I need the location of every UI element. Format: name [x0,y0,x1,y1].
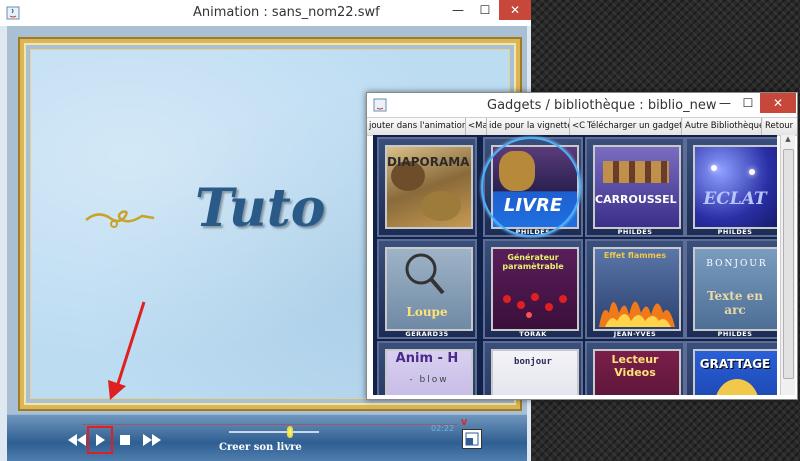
particles-image [503,293,567,318]
gadget-label: LIVRE [503,195,563,216]
gadget-tile-diaporama[interactable]: DIAPORAMA [377,137,477,237]
animation-name: Creer son livre [219,442,302,453]
sparkle [711,165,717,171]
gadget-label: Texte en arc [706,289,764,317]
gadgets-toolbar: jouter dans l'animation <Ma ide pour la … [367,117,797,136]
gadget-grid: DIAPORAMA LIVRE PHILDES CARROUSSEL PHILD… [373,135,777,395]
play-button[interactable] [87,426,113,454]
gadgets-title: Gadgets / bibliothèque : biblio_new [487,98,717,113]
fullscreen-button[interactable] [462,429,482,449]
gadget-label: CARROUSSEL [595,193,677,206]
gadget-tile-texte-arc[interactable]: BONJOUR Texte en arc PHILDES [685,239,777,339]
other-library-button[interactable]: Autre Bibliothèque [683,118,762,135]
java-icon [6,6,20,20]
gadget-label: Lecteur Videos [611,353,659,379]
timeline-track[interactable] [82,424,457,425]
gadget-author: JEAN-YVES [613,330,657,338]
gadget-tile-lecteur[interactable]: Lecteur Videos [585,341,685,395]
animation-title: Animation : sans_nom22.swf [193,5,380,20]
magnifier-icon [405,253,445,295]
stop-icon[interactable] [120,435,130,445]
scroll-up-icon[interactable]: ▲ [781,135,795,147]
minimize-button[interactable]: — [445,0,471,20]
gadget-thumb [693,145,777,229]
gadget-label: bonjour [514,357,552,367]
gadget-author: PHILDES [717,228,753,236]
java-icon [373,98,387,112]
rewind-icon[interactable] [67,433,87,447]
flames-image [599,301,675,327]
gadgets-close-button[interactable]: ✕ [760,93,796,113]
carousel-strip [603,161,669,183]
close-button[interactable]: ✕ [499,0,531,20]
gadget-author: PHILDES [515,228,551,236]
gadget-tile-loupe[interactable]: Loupe GERARD35 [377,239,477,339]
gadget-tile-flammes[interactable]: Effet flammes JEAN-YVES [585,239,685,339]
gadget-tile-bonjour[interactable]: bonjour [483,341,583,395]
maximize-button[interactable]: ☐ [472,0,498,20]
anim-subtext: - blow [409,375,449,385]
fast-forward-icon[interactable] [142,433,162,447]
gadget-tile-carroussel[interactable]: CARROUSSEL PHILDES [585,137,685,237]
ornament-icon [85,210,155,228]
animation-titlebar[interactable]: Animation : sans_nom22.swf — ☐ ✕ [0,0,531,26]
gadget-tile-grattage[interactable]: GRATTAGE [685,341,777,395]
gadget-label: Générateur paramètrable [502,253,564,271]
arc-word: BONJOUR [706,259,768,269]
thumbnail-help-button[interactable]: ide pour la vignette [487,118,570,135]
volume-slider-knob[interactable] [287,426,293,438]
gadget-label: Loupe [406,305,448,319]
gadget-author: PHILDES [717,330,753,338]
gadgets-titlebar[interactable]: Gadgets / bibliothèque : biblio_new — ☐ … [367,93,797,117]
add-to-animation-button[interactable]: jouter dans l'animation [367,118,466,135]
gadget-tile-eclat[interactable]: ECLAT PHILDES [685,137,777,237]
gadgets-scrollbar[interactable]: ▲ [780,135,795,395]
animation-headline: Tuto [195,178,326,239]
lion-image [421,191,461,221]
end-marker: V [461,418,468,427]
gadget-tile-livre[interactable]: LIVRE PHILDES [483,137,583,237]
play-icon [96,434,105,446]
back-button[interactable]: Retour [763,118,797,135]
shortcut-maj-button[interactable]: <Ma [466,118,487,135]
gadget-author: PHILDES [617,228,653,236]
gadget-thumb [593,145,681,229]
gadget-label: Effet flammes [603,251,667,260]
fullscreen-icon [465,432,479,446]
gadget-author: GERARD35 [405,330,449,338]
player-controls: Creer son livre 02:22 V [7,414,527,461]
egg-image [715,379,759,395]
gadgets-window: Gadgets / bibliothèque : biblio_new — ☐ … [366,92,798,400]
gadget-author: TORAK [519,330,547,338]
gadget-label: ECLAT [703,189,767,209]
gadget-label: DIAPORAMA [387,155,470,169]
red-arrow-annotation [108,301,146,400]
gadget-label: Anim - H [395,351,459,366]
gadget-thumb [491,349,579,395]
time-readout: 02:22 [431,424,455,433]
scroll-thumb[interactable] [783,149,794,379]
volume-slider[interactable] [229,431,319,433]
gadget-thumb [491,145,579,229]
knight-image [499,151,535,191]
gadgets-minimize-button[interactable]: — [713,93,737,113]
gadgets-maximize-button[interactable]: ☐ [737,93,759,113]
gadget-label: GRATTAGE [699,357,771,371]
gadget-tile-anim[interactable]: - blow Anim - H [377,341,477,395]
download-gadget-button[interactable]: Télécharger un gadget [585,118,682,135]
sparkle [749,169,755,175]
gadget-thumb [693,349,777,395]
gadget-tile-generateur[interactable]: Générateur paramètrable TORAK [483,239,583,339]
